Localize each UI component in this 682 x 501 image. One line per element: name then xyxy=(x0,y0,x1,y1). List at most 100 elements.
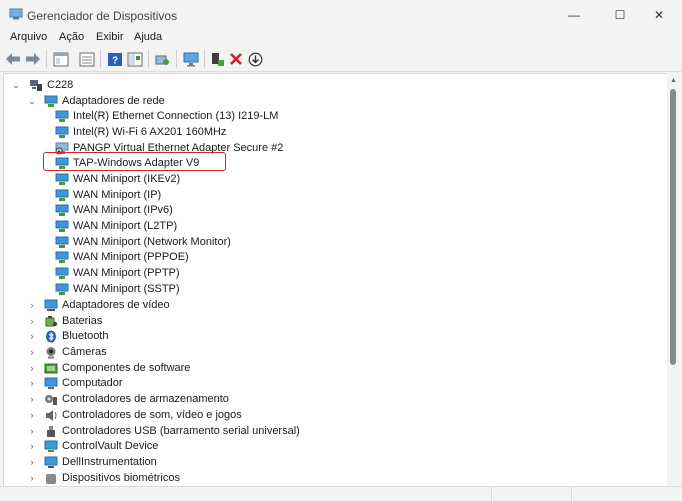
show-hidden-button[interactable] xyxy=(126,50,144,68)
back-arrow-icon xyxy=(6,53,20,65)
status-bar xyxy=(0,486,682,501)
toolbar: ? xyxy=(0,47,682,72)
collapse-chevron-icon[interactable]: ⌄ xyxy=(26,93,38,109)
forward-arrow-icon xyxy=(26,53,40,65)
collapse-chevron-icon[interactable]: ⌄ xyxy=(10,77,22,93)
network-adapter-icon xyxy=(55,173,69,185)
minimize-button[interactable]: — xyxy=(551,0,597,30)
device-item[interactable]: WAN Miniport (PPPOE) xyxy=(55,249,189,265)
expand-chevron-icon[interactable]: › xyxy=(26,438,38,454)
tree-root[interactable]: ⌄ C228 xyxy=(10,77,73,93)
device-label: WAN Miniport (IP) xyxy=(73,189,162,201)
device-item[interactable]: WAN Miniport (SSTP) xyxy=(55,281,180,297)
expand-chevron-icon[interactable]: › xyxy=(26,375,38,391)
menu-ajuda[interactable]: Ajuda xyxy=(134,31,162,43)
scroll-up-arrow-icon[interactable]: ▲ xyxy=(669,76,678,85)
device-tree[interactable]: ⌄ C228 ⌄ Adaptadores de rede Intel(R) Et… xyxy=(3,73,668,488)
category-label: Baterias xyxy=(62,315,103,327)
scrollbar-thumb[interactable] xyxy=(670,89,676,365)
expand-chevron-icon[interactable]: › xyxy=(26,391,38,407)
network-adapter-icon xyxy=(55,204,69,216)
device-label: WAN Miniport (PPPOE) xyxy=(73,251,189,263)
network-adapter-icon xyxy=(55,267,69,279)
category-video-adapters[interactable]: › Adaptadores de vídeo xyxy=(26,297,170,313)
device-list-icon xyxy=(79,52,95,66)
category-sound-video-game[interactable]: › Controladores de som, vídeo e jogos xyxy=(26,407,242,423)
close-button[interactable]: ✕ xyxy=(636,0,682,30)
menu-exibir[interactable]: Exibir xyxy=(96,31,124,43)
computer-icon xyxy=(44,377,58,389)
device-label: WAN Miniport (IKEv2) xyxy=(73,173,181,185)
monitor-icon xyxy=(183,52,199,66)
computer-name-label: C228 xyxy=(47,79,74,91)
expand-chevron-icon[interactable]: › xyxy=(26,328,38,344)
device-label: Intel(R) Ethernet Connection (13) I219-L… xyxy=(73,110,279,122)
category-label: Controladores de armazenamento xyxy=(62,393,229,405)
back-button[interactable] xyxy=(4,50,22,68)
category-label: Bluetooth xyxy=(62,330,109,342)
category-storage-controllers[interactable]: › Controladores de armazenamento xyxy=(26,391,229,407)
device-item[interactable]: Intel(R) Wi-Fi 6 AX201 160MHz xyxy=(55,124,226,140)
title-bar: Gerenciador de Dispositivos — ☐ ✕ xyxy=(0,0,682,30)
device-item[interactable]: WAN Miniport (Network Monitor) xyxy=(55,234,231,250)
device-item[interactable]: WAN Miniport (IP) xyxy=(55,187,161,203)
category-label: DellInstrumentation xyxy=(62,456,157,468)
monitor-button[interactable] xyxy=(182,50,200,68)
network-adapter-icon xyxy=(55,126,69,138)
dell-instrumentation-icon xyxy=(44,456,58,468)
device-item[interactable]: WAN Miniport (IKEv2) xyxy=(55,171,180,187)
selection-highlight-box xyxy=(43,152,226,171)
category-network-adapters[interactable]: ⌄ Adaptadores de rede xyxy=(26,93,165,109)
expand-chevron-icon[interactable]: › xyxy=(26,360,38,376)
category-batteries[interactable]: › Baterias xyxy=(26,313,103,329)
category-usb-controllers[interactable]: › Controladores USB (barramento serial u… xyxy=(26,423,300,439)
device-label: Intel(R) Wi-Fi 6 AX201 160MHz xyxy=(73,126,227,138)
bluetooth-icon xyxy=(46,330,56,342)
expand-chevron-icon[interactable]: › xyxy=(26,313,38,329)
category-label: Controladores de som, vídeo e jogos xyxy=(62,409,242,421)
category-cameras[interactable]: › Câmeras xyxy=(26,344,107,360)
menu-acao[interactable]: Ação xyxy=(59,31,84,43)
category-label: Adaptadores de rede xyxy=(62,95,165,107)
category-dell-instrumentation[interactable]: › DellInstrumentation xyxy=(26,454,157,470)
forward-button[interactable] xyxy=(24,50,42,68)
device-list-button[interactable] xyxy=(78,50,96,68)
network-adapter-icon xyxy=(55,236,69,248)
scan-hardware-button[interactable] xyxy=(154,50,172,68)
vertical-scrollbar[interactable]: ▲ xyxy=(667,73,680,486)
uninstall-x-icon xyxy=(230,53,242,65)
device-item[interactable]: WAN Miniport (IPv6) xyxy=(55,202,173,218)
expand-chevron-icon[interactable]: › xyxy=(26,423,38,439)
help-button[interactable]: ? xyxy=(106,50,124,68)
properties-view-icon xyxy=(53,52,69,66)
device-item[interactable]: WAN Miniport (L2TP) xyxy=(55,218,177,234)
category-computer[interactable]: › Computador xyxy=(26,375,123,391)
device-item[interactable]: Intel(R) Ethernet Connection (13) I219-L… xyxy=(55,108,278,124)
category-biometric-devices[interactable]: › Dispositivos biométricos xyxy=(26,470,180,486)
category-bluetooth[interactable]: › Bluetooth xyxy=(26,328,108,344)
uninstall-button[interactable] xyxy=(227,50,245,68)
usb-icon xyxy=(47,425,55,437)
category-controlvault[interactable]: › ControlVault Device xyxy=(26,438,158,454)
expand-chevron-icon[interactable]: › xyxy=(26,454,38,470)
enable-device-icon xyxy=(212,52,224,66)
software-component-icon xyxy=(44,363,58,373)
device-label: WAN Miniport (L2TP) xyxy=(73,220,178,232)
expand-chevron-icon[interactable]: › xyxy=(26,470,38,486)
expand-chevron-icon[interactable]: › xyxy=(26,297,38,313)
device-label: WAN Miniport (SSTP) xyxy=(73,283,180,295)
properties-view-button[interactable] xyxy=(52,50,70,68)
device-label: WAN Miniport (IPv6) xyxy=(73,204,173,216)
expand-chevron-icon[interactable]: › xyxy=(26,344,38,360)
menu-arquivo[interactable]: Arquivo xyxy=(10,31,47,43)
toolbar-separator xyxy=(100,50,101,68)
device-item[interactable]: WAN Miniport (PPTP) xyxy=(55,265,180,281)
update-driver-button[interactable] xyxy=(246,50,264,68)
network-adapter-icon xyxy=(55,110,69,122)
enable-device-button[interactable] xyxy=(208,50,226,68)
toolbar-separator xyxy=(46,50,47,68)
category-label: ControlVault Device xyxy=(62,440,159,452)
svg-text:?: ? xyxy=(112,55,118,66)
expand-chevron-icon[interactable]: › xyxy=(26,407,38,423)
category-software-components[interactable]: › Componentes de software xyxy=(26,360,191,376)
